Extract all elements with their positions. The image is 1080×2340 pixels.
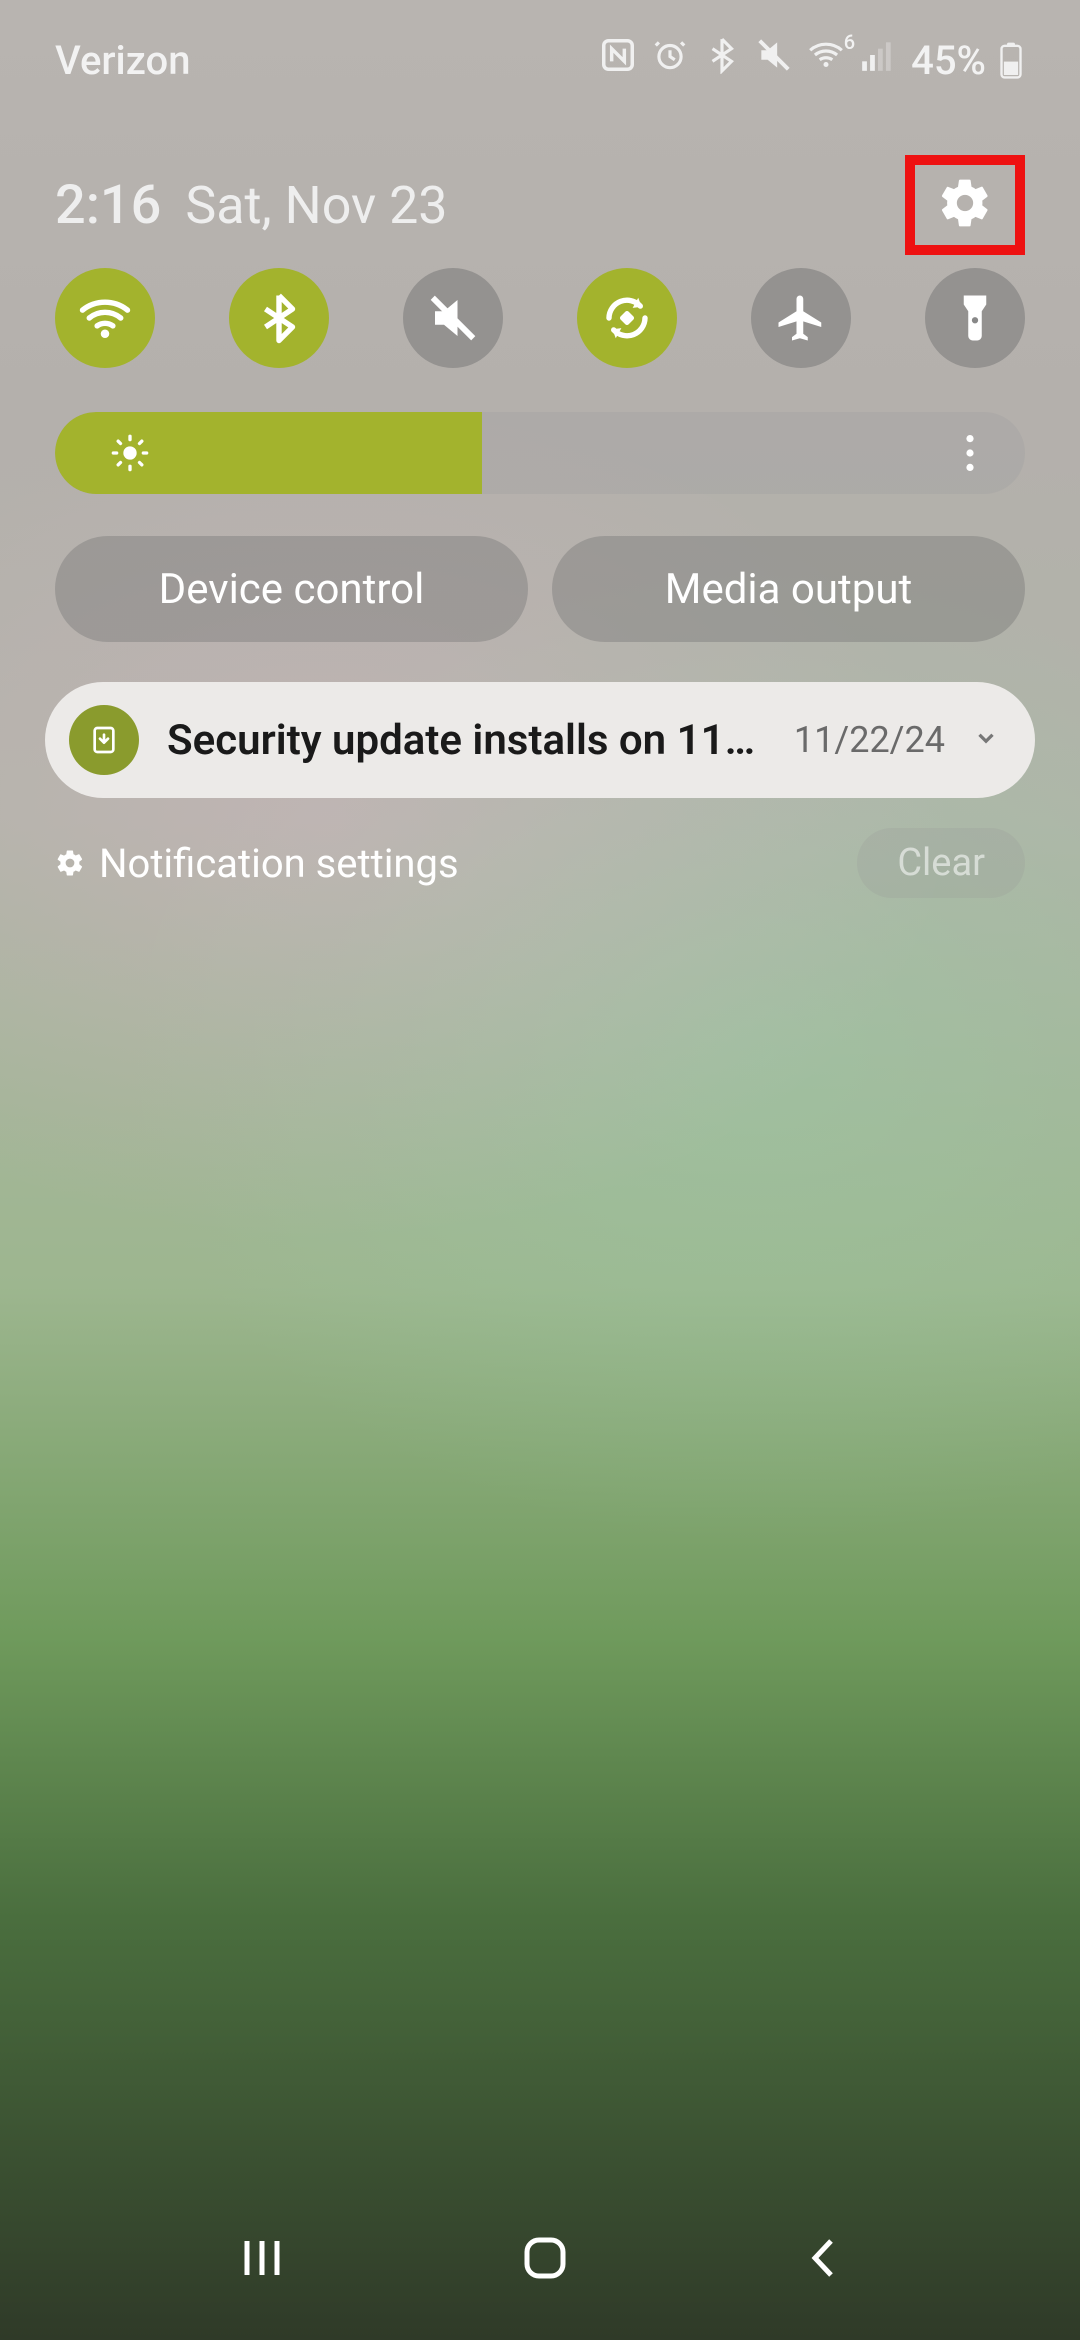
gear-icon — [55, 848, 85, 878]
battery-indicator: 45% — [911, 37, 1030, 84]
status-icons: 6 45% — [599, 36, 1030, 84]
clear-label: Clear — [897, 841, 985, 885]
device-control-button[interactable]: Device control — [55, 536, 528, 642]
notification-date: 11/22/24 — [794, 719, 945, 761]
mute-status-icon — [755, 36, 793, 84]
clear-button[interactable]: Clear — [857, 828, 1025, 898]
flashlight-tile[interactable] — [925, 268, 1025, 368]
navigation-bar — [0, 2210, 1080, 2310]
media-output-button[interactable]: Media output — [552, 536, 1025, 642]
expand-button[interactable] — [973, 725, 999, 755]
quick-settings-tiles — [0, 268, 1080, 368]
bluetooth-icon — [252, 291, 306, 345]
home-button[interactable] — [517, 2230, 573, 2290]
bluetooth-status-icon — [703, 36, 741, 84]
settings-button[interactable] — [937, 175, 993, 235]
update-app-icon — [69, 705, 139, 775]
more-vert-icon — [966, 435, 974, 471]
flashlight-icon — [948, 291, 1002, 345]
media-output-label: Media output — [665, 565, 912, 614]
recents-button[interactable] — [232, 2233, 292, 2287]
nfc-icon — [599, 36, 637, 84]
brightness-fill — [55, 412, 482, 494]
carrier-label: Verizon — [55, 37, 191, 84]
home-icon — [517, 2230, 573, 2286]
notification-footer: Notification settings Clear — [45, 828, 1035, 898]
panel-header: 2:16 Sat, Nov 23 — [0, 155, 1080, 255]
status-bar: Verizon 6 45% — [0, 0, 1080, 120]
panel-pill-row: Device control Media output — [55, 536, 1025, 642]
signal-icon — [859, 36, 897, 84]
time-date: 2:16 Sat, Nov 23 — [55, 174, 448, 237]
battery-percent: 45% — [911, 37, 986, 84]
auto-rotate-icon — [600, 291, 654, 345]
wifi-icon — [78, 291, 132, 345]
airplane-tile[interactable] — [751, 268, 851, 368]
time-label: 2:16 — [55, 174, 161, 237]
alarm-icon — [651, 36, 689, 84]
notification-card[interactable]: Security update installs on 11/24 at... … — [45, 682, 1035, 798]
device-control-label: Device control — [159, 565, 425, 614]
system-update-icon — [88, 724, 120, 756]
back-icon — [798, 2233, 848, 2283]
date-label: Sat, Nov 23 — [185, 175, 447, 236]
highlight-box — [905, 155, 1025, 255]
back-button[interactable] — [798, 2233, 848, 2287]
recents-icon — [232, 2233, 292, 2283]
notification-settings-label: Notification settings — [99, 840, 459, 887]
mute-icon — [426, 291, 480, 345]
chevron-down-icon — [973, 725, 999, 751]
brightness-more-button[interactable] — [945, 412, 995, 494]
notification-title: Security update installs on 11/24 at... — [167, 716, 756, 765]
bluetooth-tile[interactable] — [229, 268, 329, 368]
wifi-tile[interactable] — [55, 268, 155, 368]
brightness-slider[interactable] — [55, 412, 1025, 494]
wifi-status-icon: 6 — [807, 36, 845, 84]
airplane-icon — [774, 291, 828, 345]
auto-rotate-tile[interactable] — [577, 268, 677, 368]
mute-tile[interactable] — [403, 268, 503, 368]
brightness-icon — [110, 433, 150, 473]
notification-settings-button[interactable]: Notification settings — [55, 840, 459, 887]
